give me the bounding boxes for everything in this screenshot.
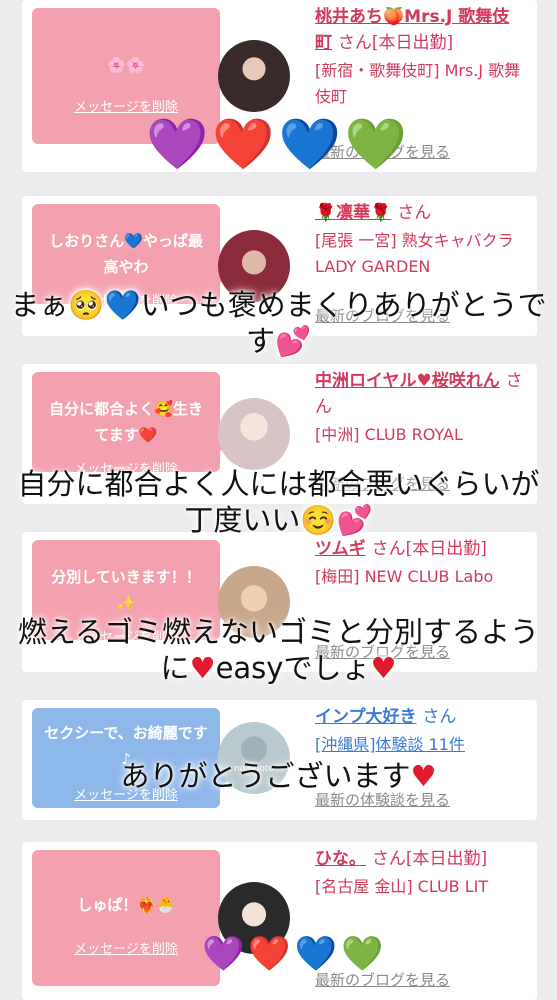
reply-overlay-text: ありがとうございます♥ — [0, 758, 557, 794]
red-heart-icon: ❤️ — [212, 115, 275, 173]
cast-name-link[interactable]: ツムギ — [315, 539, 366, 559]
name-suffix: さん[本日出勤] — [371, 849, 488, 869]
shop-area[interactable]: [名古屋 金山] CLUB LIT — [315, 874, 525, 900]
delete-message-link[interactable]: メッセージを削除 — [32, 96, 220, 115]
avatar[interactable] — [218, 40, 290, 112]
reply-overlay-text: まぁ🥺💙いつも褒めまくりありがとうです💕 — [10, 288, 547, 358]
reply-text-part: ありがとうございます — [120, 759, 411, 793]
name-suffix: さん — [422, 707, 457, 727]
shop-area[interactable]: [新宿・歌舞伎町] Mrs.J 歌舞伎町 — [315, 58, 525, 110]
message-card: しゅぱ！❤️‍🔥🐣 メッセージを削除 ひな。 さん[本日出勤] [名古屋 金山]… — [22, 842, 537, 1000]
delete-message-link[interactable]: メッセージを削除 — [32, 938, 220, 957]
heart-icon: ♥ — [189, 651, 216, 685]
reviewer-name-link[interactable]: インプ大好き — [315, 707, 417, 727]
reply-overlay-text: 燃えるゴミ燃えないゴミと分別するように♥easyでしょ♥ — [0, 614, 557, 686]
name-suffix: さん[本日出勤] — [371, 539, 487, 559]
cast-name-link[interactable]: 中洲ロイヤル♥桜咲れん — [315, 371, 500, 391]
review-area[interactable]: [沖縄県]体験談 11件 — [315, 732, 525, 758]
reply-text-part: easyでしょ — [215, 651, 371, 685]
message-bubble: 自分に都合よく🥰生きてます❤️ メッセージを削除 — [32, 372, 231, 477]
shop-area[interactable]: [尾張 一宮] 熟女キャバクラ LADY GARDEN — [315, 228, 525, 280]
message-text: 🌸🌸 — [107, 56, 145, 74]
shop-area[interactable]: [梅田] NEW CLUB Labo — [315, 564, 525, 590]
avatar[interactable] — [218, 398, 290, 470]
heart-sticker-row: 💜 ❤️ 💙 💚 — [146, 118, 407, 170]
name-suffix: さん — [397, 203, 432, 223]
message-text: 分別していきます！！✨ — [51, 568, 201, 612]
name-suffix: さん[本日出勤] — [337, 33, 454, 53]
message-text: 自分に都合よく🥰生きてます❤️ — [49, 400, 203, 444]
red-heart-icon: ❤️ — [248, 934, 291, 974]
purple-heart-icon: 💜 — [146, 115, 209, 173]
message-text: しゅぱ！❤️‍🔥🐣 — [77, 896, 175, 914]
message-text: しおりさん💙やっぱ最高やわ — [49, 232, 203, 276]
heart-icon: ♥ — [370, 651, 397, 685]
message-bubble: しゅぱ！❤️‍🔥🐣 メッセージを削除 — [32, 850, 231, 986]
green-heart-icon: 💚 — [344, 115, 408, 173]
green-heart-icon: 💚 — [341, 934, 384, 974]
reply-overlay-text: 自分に都合よく人には都合悪いぐらいが丁度いい☺️💕 — [17, 467, 540, 537]
heart-icon: ♥ — [410, 759, 437, 793]
blue-heart-icon: 💙 — [294, 934, 338, 974]
shop-area[interactable]: [中洲] CLUB ROYAL — [315, 422, 525, 448]
purple-heart-icon: 💜 — [202, 934, 245, 974]
cast-name-link[interactable]: 🌹凛華🌹 — [315, 203, 391, 223]
heart-sticker-row: 💜 ❤️ 💙 💚 — [202, 936, 383, 972]
blue-heart-icon: 💙 — [278, 115, 341, 173]
cast-name-link[interactable]: ひな。 — [315, 849, 366, 869]
